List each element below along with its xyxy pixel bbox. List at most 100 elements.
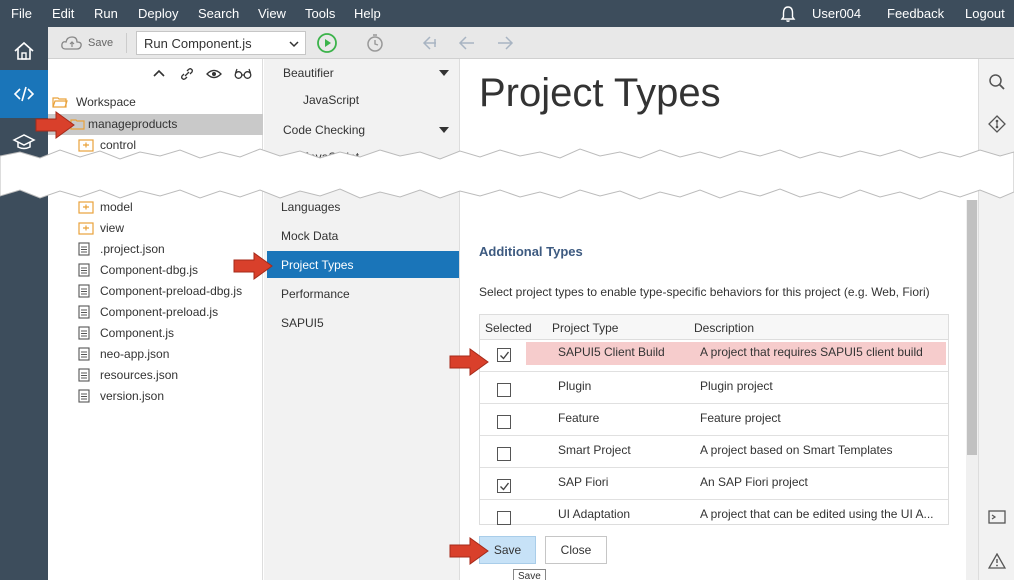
row-project-type: Plugin: [558, 379, 592, 393]
tree-file[interactable]: Component-preload-dbg.js: [78, 281, 258, 302]
tree-file-label: Component-dbg.js: [100, 263, 199, 277]
link-icon[interactable]: [180, 67, 194, 81]
menu-run[interactable]: Run: [94, 6, 118, 21]
toolbar: Save Run Component.js: [48, 27, 1014, 59]
row-checkbox[interactable]: [497, 447, 511, 461]
row-checkbox[interactable]: [497, 383, 511, 397]
table-row[interactable]: Feature Feature project: [480, 404, 948, 436]
menu-deploy[interactable]: Deploy: [138, 6, 178, 21]
nav-beautifier-label: Beautifier: [283, 66, 334, 80]
menu-view[interactable]: View: [258, 6, 286, 21]
chevron-down-icon: [289, 41, 299, 48]
feedback-link[interactable]: Feedback: [887, 6, 944, 21]
table-row[interactable]: UI Adaptation A project that can be edit…: [480, 500, 948, 525]
navigate-first-icon[interactable]: [418, 32, 440, 54]
tree-project-manageproducts[interactable]: manageproducts: [70, 114, 260, 135]
tree-file[interactable]: .project.json: [78, 239, 258, 260]
row-description: A project that can be edited using the U…: [700, 507, 934, 521]
table-row[interactable]: SAP Fiori An SAP Fiori project: [480, 468, 948, 500]
row-description: A project based on Smart Templates: [700, 443, 893, 457]
timer-icon[interactable]: [364, 32, 386, 54]
notifications-bell-icon[interactable]: [779, 5, 797, 23]
column-header-project-type: Project Type: [552, 321, 619, 335]
file-icon: [78, 368, 90, 382]
table-header: Selected Project Type Description: [480, 315, 948, 340]
file-icon: [78, 242, 90, 256]
menu-bar: File Edit Run Deploy Search View Tools H…: [0, 0, 1014, 27]
tree-file[interactable]: Component.js: [78, 323, 258, 344]
logout-link[interactable]: Logout: [965, 6, 1005, 21]
console-icon[interactable]: [988, 509, 1006, 525]
row-checkbox[interactable]: [497, 511, 511, 525]
tree-file[interactable]: neo-app.json: [78, 344, 258, 365]
tree-folder-view[interactable]: view: [78, 218, 228, 239]
tree-project-label: manageproducts: [88, 117, 178, 131]
nav-code-checking[interactable]: Code Checking: [267, 116, 459, 143]
nav-mock-data[interactable]: Mock Data: [267, 222, 459, 249]
additional-types-heading: Additional Types: [479, 244, 583, 259]
scrollbar-thumb[interactable]: [967, 200, 977, 455]
row-project-type: UI Adaptation: [558, 507, 631, 521]
menu-file[interactable]: File: [11, 6, 32, 21]
nav-label: SAPUI5: [281, 316, 324, 330]
row-project-type: SAP Fiori: [558, 475, 609, 489]
workspace-tree: Workspace manageproducts control model v…: [48, 59, 263, 580]
caret-down-icon: [439, 70, 449, 76]
nav-project-types[interactable]: Project Types: [267, 251, 459, 278]
row-checkbox[interactable]: [497, 348, 511, 362]
nav-performance[interactable]: Performance: [267, 280, 459, 307]
torn-edge-overlay: [0, 148, 1014, 200]
nav-beautifier[interactable]: Beautifier: [267, 59, 459, 86]
toolbar-divider: [126, 33, 127, 53]
menu-tools[interactable]: Tools: [305, 6, 335, 21]
tree-workspace[interactable]: Workspace: [52, 92, 252, 113]
nav-beautifier-javascript[interactable]: JavaScript: [267, 86, 459, 113]
caret-down-icon: [439, 127, 449, 133]
navigate-back-icon[interactable]: [456, 32, 478, 54]
tree-file[interactable]: Component-dbg.js: [78, 260, 258, 281]
run-play-icon[interactable]: [316, 32, 338, 54]
file-icon: [78, 389, 90, 403]
row-project-type: SAPUI5 Client Build: [558, 345, 665, 359]
callout-arrow-icon: [449, 348, 489, 376]
menu-search[interactable]: Search: [198, 6, 239, 21]
menu-help[interactable]: Help: [354, 6, 381, 21]
nav-label: JavaScript: [303, 93, 360, 107]
tree-file[interactable]: resources.json: [78, 365, 258, 386]
collapse-all-icon[interactable]: [152, 67, 166, 81]
git-icon[interactable]: [988, 115, 1006, 133]
right-side-bar: [978, 59, 1014, 580]
run-configuration-select[interactable]: Run Component.js: [136, 31, 306, 55]
save-tooltip: Save: [513, 569, 546, 580]
nav-label: Project Types: [281, 258, 354, 272]
table-row[interactable]: Plugin Plugin project: [480, 372, 948, 404]
eye-icon[interactable]: [206, 67, 222, 81]
tree-file-label: Component-preload.js: [100, 305, 219, 319]
row-checkbox[interactable]: [497, 479, 511, 493]
tree-file[interactable]: Component-preload.js: [78, 302, 258, 323]
navigate-forward-icon[interactable]: [494, 32, 516, 54]
nav-label: Performance: [281, 287, 350, 301]
tree-folder-label: view: [100, 221, 125, 235]
row-checkbox[interactable]: [497, 415, 511, 429]
table-row[interactable]: Smart Project A project based on Smart T…: [480, 436, 948, 468]
row-project-type: Feature: [558, 411, 600, 425]
tree-workspace-label: Workspace: [76, 95, 136, 109]
content-scrollbar[interactable]: [966, 200, 978, 580]
toolbar-save-label: Save: [88, 37, 114, 49]
nav-sapui5[interactable]: SAPUI5: [267, 309, 459, 336]
checkmark-icon: [500, 351, 510, 360]
page-title: Project Types: [479, 71, 721, 115]
warning-icon[interactable]: [988, 553, 1006, 569]
code-icon: [13, 86, 35, 102]
home-button[interactable]: [0, 27, 48, 75]
close-button[interactable]: Close: [545, 536, 607, 564]
glasses-icon[interactable]: [234, 67, 252, 81]
table-row[interactable]: SAPUI5 Client Build A project that requi…: [480, 340, 948, 372]
user-name[interactable]: User004: [812, 6, 861, 21]
tree-file-label: neo-app.json: [100, 347, 170, 361]
callout-arrow-icon: [233, 252, 273, 280]
menu-edit[interactable]: Edit: [52, 6, 74, 21]
tree-file[interactable]: version.json: [78, 386, 258, 407]
search-icon[interactable]: [988, 73, 1006, 91]
